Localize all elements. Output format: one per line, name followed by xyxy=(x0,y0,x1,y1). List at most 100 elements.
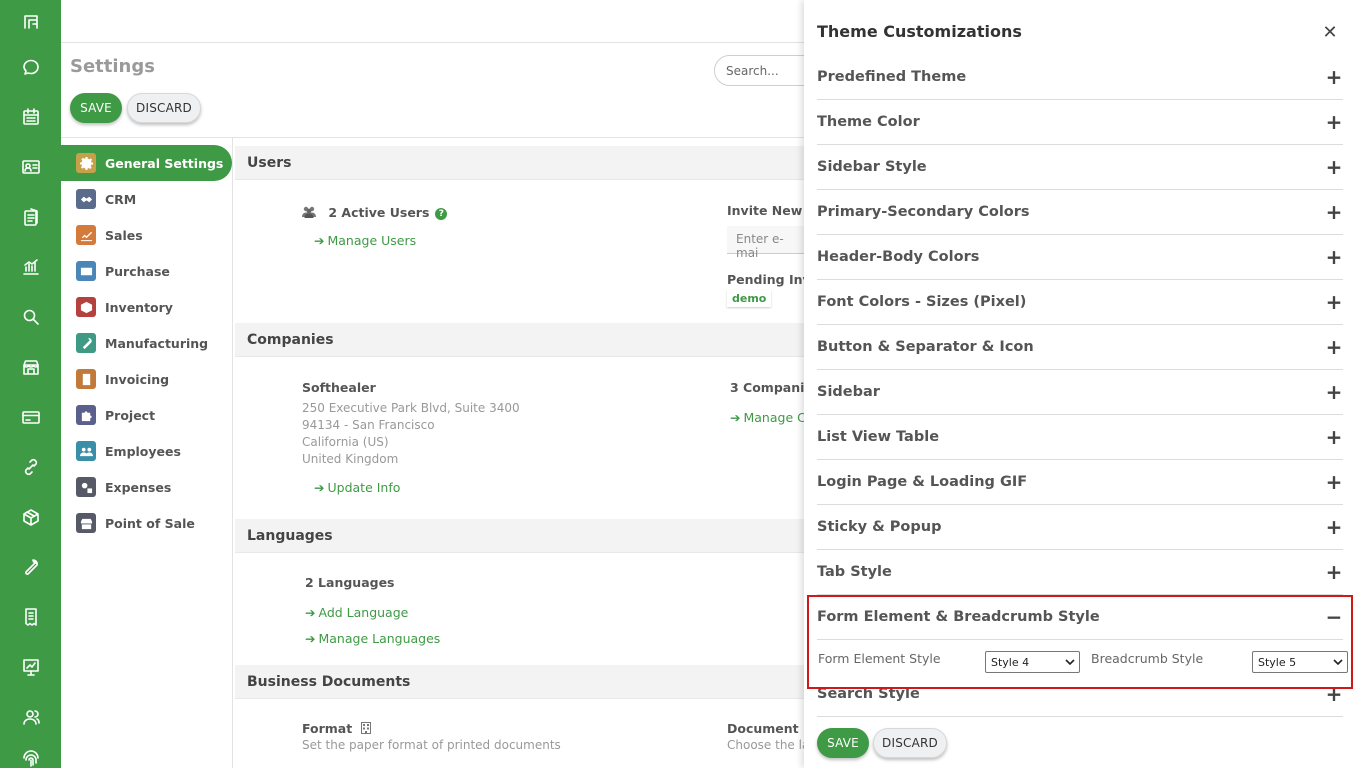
drawer-discard-button[interactable]: DISCARD xyxy=(873,728,947,758)
search-icon[interactable] xyxy=(0,302,61,332)
discard-button[interactable]: DISCARD xyxy=(127,93,201,123)
plus-icon[interactable]: + xyxy=(1325,337,1343,357)
fingerprint-icon[interactable] xyxy=(0,745,61,768)
accordion-font-colors-sizes-pixel[interactable]: Font Colors - Sizes (Pixel) + xyxy=(817,280,1343,325)
accordion-label: Font Colors - Sizes (Pixel) xyxy=(817,294,1027,310)
invoice-icon[interactable] xyxy=(0,602,61,632)
sidebar-item-sales[interactable]: Sales xyxy=(61,217,233,253)
accordion-primary-secondary-colors[interactable]: Primary-Secondary Colors + xyxy=(817,190,1343,235)
sidebar-item-point-of-sale[interactable]: Point of Sale xyxy=(61,505,233,541)
presentation-icon[interactable] xyxy=(0,652,61,682)
manage-companies-label: Manage C xyxy=(743,410,806,425)
accordion-sidebar-style[interactable]: Sidebar Style + xyxy=(817,145,1343,190)
accordion-predefined-theme[interactable]: Predefined Theme + xyxy=(817,55,1343,100)
pending-invite-tag[interactable]: demo xyxy=(727,290,772,307)
sidebar-item-purchase[interactable]: Purchase xyxy=(61,253,233,289)
plus-icon[interactable]: + xyxy=(1325,562,1343,582)
plus-icon[interactable]: + xyxy=(1325,157,1343,177)
wrench-icon[interactable] xyxy=(0,552,61,582)
card-icon xyxy=(76,261,96,281)
plus-icon[interactable]: + xyxy=(1325,247,1343,267)
plus-icon[interactable]: + xyxy=(1325,517,1343,537)
tasks-icon[interactable] xyxy=(0,202,61,232)
accordion-header-body-colors[interactable]: Header-Body Colors + xyxy=(817,235,1343,280)
sidebar-item-invoicing[interactable]: Invoicing xyxy=(61,361,233,397)
chat-icon[interactable] xyxy=(0,52,61,82)
help-icon[interactable]: ? xyxy=(435,208,448,220)
people-icon xyxy=(76,441,96,461)
accordion-label: Sticky & Popup xyxy=(817,519,942,535)
update-info-link[interactable]: ➔ Update Info xyxy=(314,480,400,495)
reports-icon[interactable] xyxy=(0,252,61,282)
plus-icon[interactable]: + xyxy=(1325,382,1343,402)
plus-icon[interactable]: + xyxy=(1325,427,1343,447)
accordion-sidebar[interactable]: Sidebar + xyxy=(817,370,1343,415)
plus-icon[interactable]: + xyxy=(1325,67,1343,87)
accordion-label: List View Table xyxy=(817,429,940,445)
box-icon[interactable] xyxy=(0,502,61,532)
accordion-theme-color[interactable]: Theme Color + xyxy=(817,100,1343,145)
accordion-button-separator-icon[interactable]: Button & Separator & Icon + xyxy=(817,325,1343,370)
sidebar-item-crm[interactable]: CRM xyxy=(61,181,233,217)
format-description: Set the paper format of printed document… xyxy=(302,738,561,752)
languages-count: 2 Languages xyxy=(305,575,395,590)
users-icon[interactable] xyxy=(0,702,61,732)
add-language-link[interactable]: ➔ Add Language xyxy=(305,605,408,620)
sidebar-item-expenses[interactable]: Expenses xyxy=(61,469,233,505)
manage-companies-link[interactable]: ➔ Manage C xyxy=(730,410,806,425)
box-icon xyxy=(76,297,96,317)
sidebar-item-general-settings[interactable]: General Settings xyxy=(61,145,232,181)
company-address-line: California (US) xyxy=(302,435,389,449)
active-users-count: 2 Active Users? xyxy=(302,205,448,220)
format-label-text: Format xyxy=(302,721,353,736)
breadcrumb-style-select[interactable]: Style 5 xyxy=(1252,651,1348,673)
sidebar-item-label: Purchase xyxy=(105,263,170,279)
sidebar-item-inventory[interactable]: Inventory xyxy=(61,289,233,325)
store-icon[interactable] xyxy=(0,352,61,382)
sidebar-item-label: Manufacturing xyxy=(105,335,209,351)
accordion-label: Primary-Secondary Colors xyxy=(817,204,1030,220)
form-element-style-select[interactable]: Style 4 xyxy=(985,651,1080,673)
sidebar-item-employees[interactable]: Employees xyxy=(61,433,233,469)
manage-languages-label: Manage Languages xyxy=(318,631,441,646)
plus-icon[interactable]: + xyxy=(1325,202,1343,222)
chart-icon xyxy=(76,225,96,245)
sidebar-item-project[interactable]: Project xyxy=(61,397,233,433)
card-icon[interactable] xyxy=(0,402,61,432)
close-icon[interactable]: ✕ xyxy=(1321,24,1339,42)
puzzle-icon xyxy=(76,405,96,425)
save-button[interactable]: SAVE xyxy=(70,93,122,123)
manage-users-link[interactable]: ➔ Manage Users xyxy=(314,233,416,248)
accordion-tab-style[interactable]: Tab Style + xyxy=(817,550,1343,595)
manage-languages-link[interactable]: ➔ Manage Languages xyxy=(305,631,440,646)
accordion-sticky-popup[interactable]: Sticky & Popup + xyxy=(817,505,1343,550)
calendar-icon[interactable] xyxy=(0,102,61,132)
breadcrumb-style-value: Style 5 xyxy=(1258,655,1297,669)
accordion-login-page-loading-gif[interactable]: Login Page & Loading GIF + xyxy=(817,460,1343,505)
drawer-save-button[interactable]: SAVE xyxy=(817,728,869,758)
accordion-label: Login Page & Loading GIF xyxy=(817,474,1028,490)
theme-customizations-panel: Theme Customizations ✕ Predefined Theme +… xyxy=(804,0,1366,768)
contacts-icon[interactable] xyxy=(0,152,61,182)
sidebar-item-label: CRM xyxy=(105,191,137,207)
section-documents-title: Business Documents xyxy=(235,665,804,699)
sidebar-item-label: Expenses xyxy=(105,479,172,495)
link-icon[interactable] xyxy=(0,452,61,482)
invite-email-input[interactable]: Enter e-mai xyxy=(727,226,804,260)
users-icon xyxy=(302,205,320,220)
arrow-right-icon: ➔ xyxy=(305,631,316,646)
accordion-list-view-table[interactable]: List View Table + xyxy=(817,415,1343,460)
highlight-box xyxy=(807,595,1353,689)
apps-logo-icon[interactable] xyxy=(0,7,61,37)
sidebar-item-label: Point of Sale xyxy=(105,515,195,531)
form-element-style-value: Style 4 xyxy=(991,655,1030,669)
section-companies-title: Companies xyxy=(235,323,804,357)
expense-icon xyxy=(76,477,96,497)
active-users-label: 2 Active Users xyxy=(328,205,430,220)
plus-icon[interactable]: + xyxy=(1325,472,1343,492)
settings-sidebar: General Settings CRM Sales Purchase Inventor… xyxy=(61,138,233,768)
plus-icon[interactable]: + xyxy=(1325,112,1343,132)
plus-icon[interactable]: + xyxy=(1325,292,1343,312)
arrow-right-icon: ➔ xyxy=(730,410,741,425)
sidebar-item-manufacturing[interactable]: Manufacturing xyxy=(61,325,233,361)
